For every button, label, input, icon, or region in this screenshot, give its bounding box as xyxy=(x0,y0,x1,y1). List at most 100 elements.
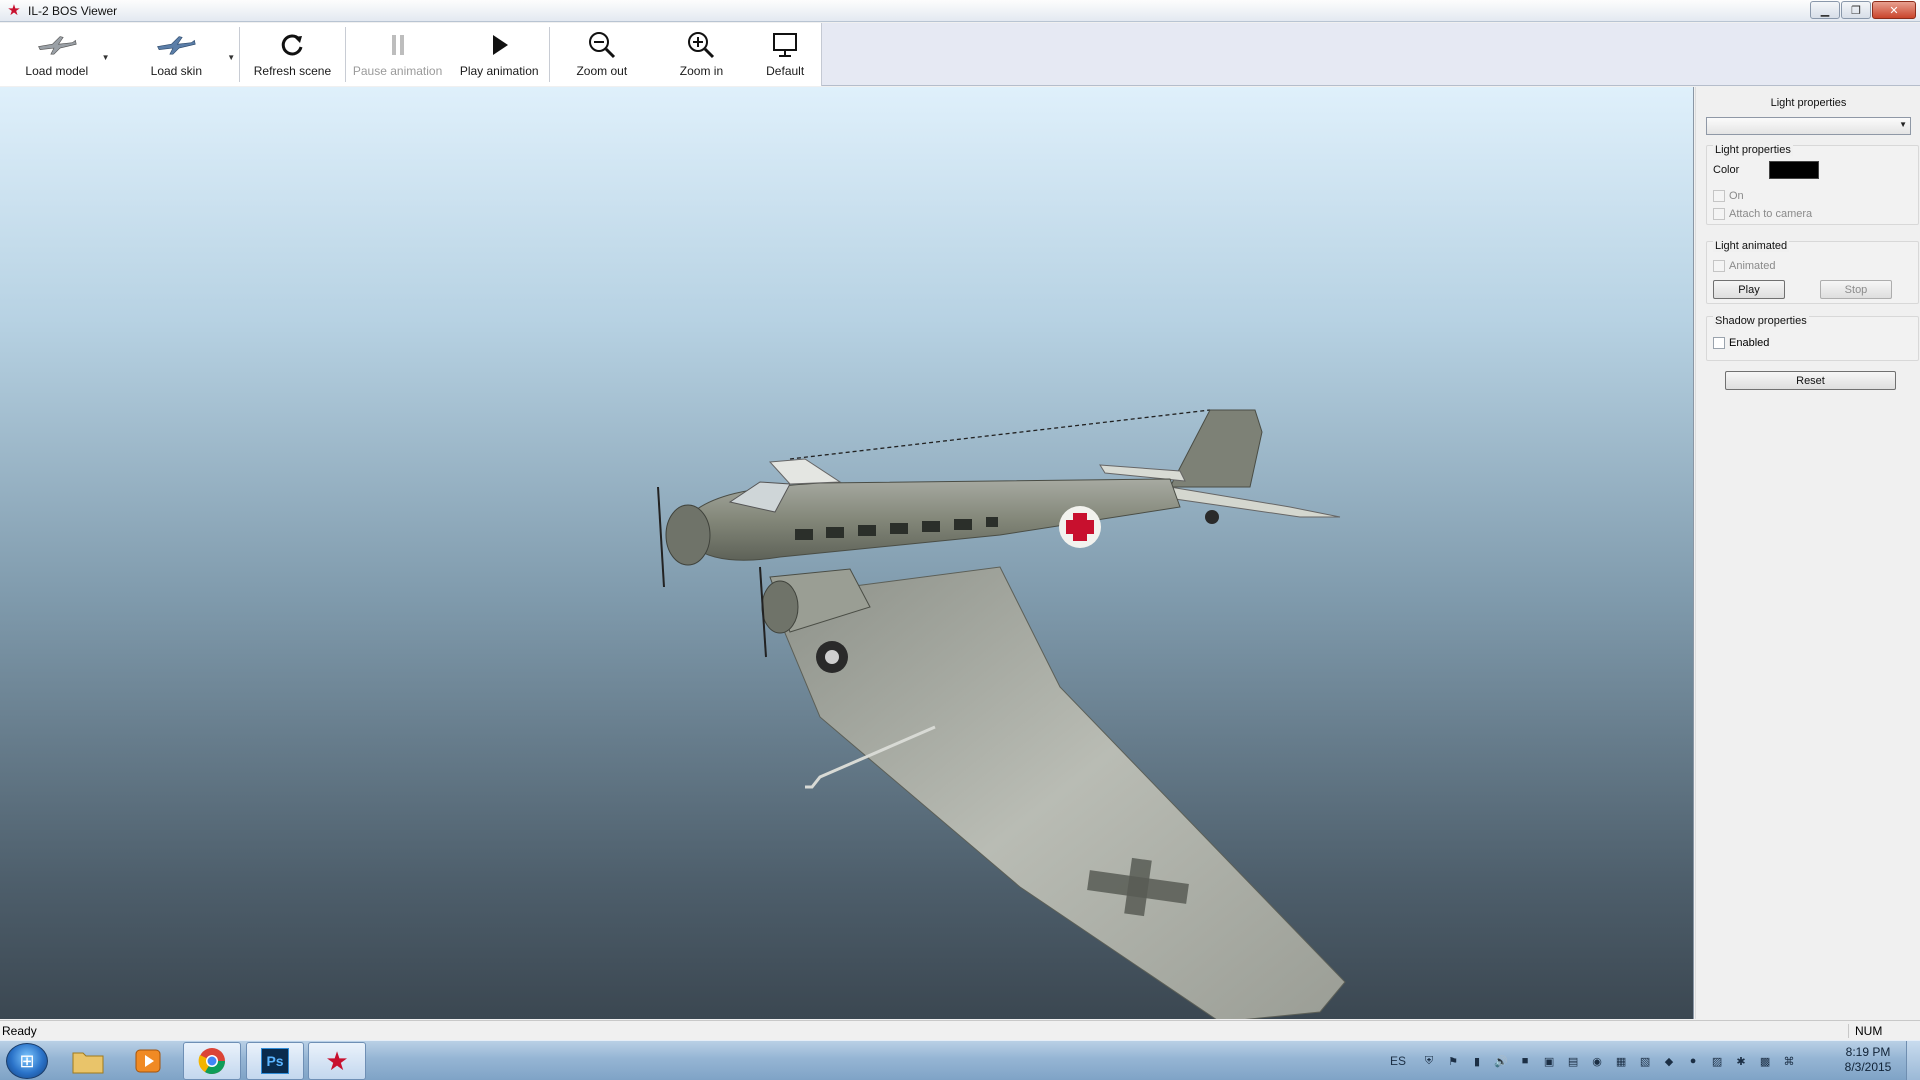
zoom-in-button[interactable]: Zoom in xyxy=(654,23,750,86)
aircraft-model xyxy=(657,409,1346,1019)
tray-app-icon[interactable]: ▨ xyxy=(1708,1053,1726,1069)
attach-to-camera-checkbox[interactable]: Attach to camera xyxy=(1713,208,1812,220)
volume-icon[interactable]: 🔊 xyxy=(1492,1053,1510,1069)
zoom-out-icon xyxy=(582,30,622,60)
tray-app-icon[interactable]: ◆ xyxy=(1660,1053,1678,1069)
tray-app-icon[interactable]: ▣ xyxy=(1540,1053,1558,1069)
default-view-label: Default xyxy=(766,64,805,78)
restore-icon: ❐ xyxy=(1851,4,1861,17)
clock-time: 8:19 PM xyxy=(1845,1045,1891,1059)
chrome-taskbar-button[interactable] xyxy=(183,1042,241,1080)
tray-app-icon[interactable]: ✱ xyxy=(1732,1053,1750,1069)
chevron-down-icon: ▼ xyxy=(1899,120,1907,129)
animated-checkbox[interactable]: Animated xyxy=(1713,260,1775,272)
pause-icon xyxy=(378,30,418,60)
light-select[interactable]: ▼ xyxy=(1706,117,1911,135)
attach-to-camera-label: Attach to camera xyxy=(1729,208,1813,220)
title-bar: ★ IL-2 BOS Viewer ▁ ❐ ✕ xyxy=(0,0,1920,22)
load-skin-dropdown-icon[interactable]: ▼ xyxy=(227,53,235,62)
play-animation-button[interactable]: Play animation xyxy=(449,23,549,86)
start-button[interactable]: ⊞ xyxy=(6,1043,48,1079)
il2-viewer-taskbar-button[interactable]: ★ xyxy=(308,1042,366,1080)
minimize-icon: ▁ xyxy=(1820,4,1830,17)
reset-button[interactable]: Reset xyxy=(1725,371,1896,390)
color-swatch[interactable] xyxy=(1769,161,1819,179)
checkbox-box xyxy=(1713,337,1725,349)
shadow-enabled-checkbox[interactable]: Enabled xyxy=(1713,337,1769,349)
zoom-out-label: Zoom out xyxy=(576,64,628,78)
status-text: Ready xyxy=(2,1024,37,1038)
close-icon: ✕ xyxy=(1889,4,1899,17)
load-skin-label: Load skin xyxy=(150,64,203,78)
tray-app-icon[interactable]: ▩ xyxy=(1756,1053,1774,1069)
shadow-properties-title: Shadow properties xyxy=(1713,315,1809,327)
shadow-enabled-label: Enabled xyxy=(1729,337,1770,349)
tray-app-icon[interactable]: ▦ xyxy=(1612,1053,1630,1069)
chrome-icon xyxy=(198,1048,226,1075)
folder-icon xyxy=(72,1052,104,1074)
windows-logo-icon: ⊞ xyxy=(19,1050,35,1071)
light-animated-group: Light animated Animated Play Stop xyxy=(1706,240,1919,304)
toolbar-strip: Load model ▼ Load skin ▼ Refresh scene P… xyxy=(0,23,822,86)
load-model-label: Load model xyxy=(25,64,89,78)
status-bar: Ready NUM xyxy=(0,1020,1920,1040)
restore-button[interactable]: ❐ xyxy=(1841,1,1871,19)
light-properties-group: Light properties Color On Attach to came… xyxy=(1706,144,1919,225)
photoshop-taskbar-button[interactable]: Ps xyxy=(246,1042,304,1080)
on-label: On xyxy=(1729,190,1744,202)
properties-panel: Light properties ▼ Light properties Colo… xyxy=(1695,87,1920,1019)
tray-app-icon[interactable]: ⌘ xyxy=(1780,1053,1798,1069)
zoom-in-icon xyxy=(681,30,721,60)
default-view-button[interactable]: Default xyxy=(749,23,821,86)
stop-button[interactable]: Stop xyxy=(1820,280,1892,299)
explorer-taskbar-button[interactable] xyxy=(59,1042,117,1080)
plane-model-icon xyxy=(37,30,77,60)
tray-app-icon[interactable]: ● xyxy=(1684,1053,1702,1069)
load-model-button[interactable]: Load model ▼ xyxy=(0,23,114,86)
on-checkbox[interactable]: On xyxy=(1713,190,1744,202)
monitor-icon xyxy=(765,30,805,60)
checkbox-box xyxy=(1713,260,1725,272)
shadow-properties-group: Shadow properties Enabled xyxy=(1706,315,1919,361)
num-lock-indicator: NUM xyxy=(1848,1024,1918,1038)
load-skin-button[interactable]: Load skin ▼ xyxy=(114,23,240,86)
media-player-icon xyxy=(135,1049,161,1073)
network-icon[interactable]: ▮ xyxy=(1468,1053,1486,1069)
steam-icon[interactable]: ◉ xyxy=(1588,1053,1606,1069)
close-button[interactable]: ✕ xyxy=(1872,1,1916,19)
checkbox-box xyxy=(1713,208,1725,220)
app-star-icon: ★ xyxy=(7,2,21,19)
toolbar: Load model ▼ Load skin ▼ Refresh scene P… xyxy=(0,23,1920,86)
panel-title: Light properties xyxy=(1770,97,1847,109)
action-center-flag-icon[interactable]: ⚑ xyxy=(1444,1053,1462,1069)
tray-app-icon[interactable]: ▤ xyxy=(1564,1053,1582,1069)
red-star-icon: ★ xyxy=(325,1046,349,1076)
security-shield-icon[interactable]: ⛨ xyxy=(1420,1053,1438,1069)
play-animation-label: Play animation xyxy=(459,64,539,78)
refresh-scene-button[interactable]: Refresh scene xyxy=(240,23,345,86)
plane-skin-icon xyxy=(156,30,196,60)
system-tray: ES ⛨ ⚑ ▮ 🔊 ■ ▣ ▤ ◉ ▦ ▧ ◆ ● ▨ ✱ ▩ ⌘ xyxy=(1390,1041,1798,1080)
refresh-icon xyxy=(272,30,312,60)
language-indicator[interactable]: ES xyxy=(1390,1054,1406,1068)
play-button[interactable]: Play xyxy=(1713,280,1785,299)
3d-viewport[interactable] xyxy=(0,87,1694,1019)
checkbox-box xyxy=(1713,190,1725,202)
play-icon xyxy=(479,30,519,60)
photoshop-icon: Ps xyxy=(261,1048,289,1074)
refresh-scene-label: Refresh scene xyxy=(253,64,332,78)
photoshop-label: Ps xyxy=(266,1053,284,1069)
pause-animation-label: Pause animation xyxy=(352,64,443,78)
show-desktop-button[interactable] xyxy=(1906,1041,1920,1080)
animated-label: Animated xyxy=(1729,260,1776,272)
light-properties-title: Light properties xyxy=(1713,144,1793,156)
load-model-dropdown-icon[interactable]: ▼ xyxy=(102,53,110,62)
zoom-out-button[interactable]: Zoom out xyxy=(550,23,654,86)
media-player-taskbar-button[interactable] xyxy=(119,1042,177,1080)
window-title: IL-2 BOS Viewer xyxy=(28,3,118,18)
minimize-button[interactable]: ▁ xyxy=(1810,1,1840,19)
nvidia-icon[interactable]: ■ xyxy=(1516,1053,1534,1069)
tray-app-icon[interactable]: ▧ xyxy=(1636,1053,1654,1069)
system-clock[interactable]: 8:19 PM 8/3/2015 xyxy=(1838,1045,1898,1075)
pause-animation-button[interactable]: Pause animation xyxy=(346,23,450,86)
